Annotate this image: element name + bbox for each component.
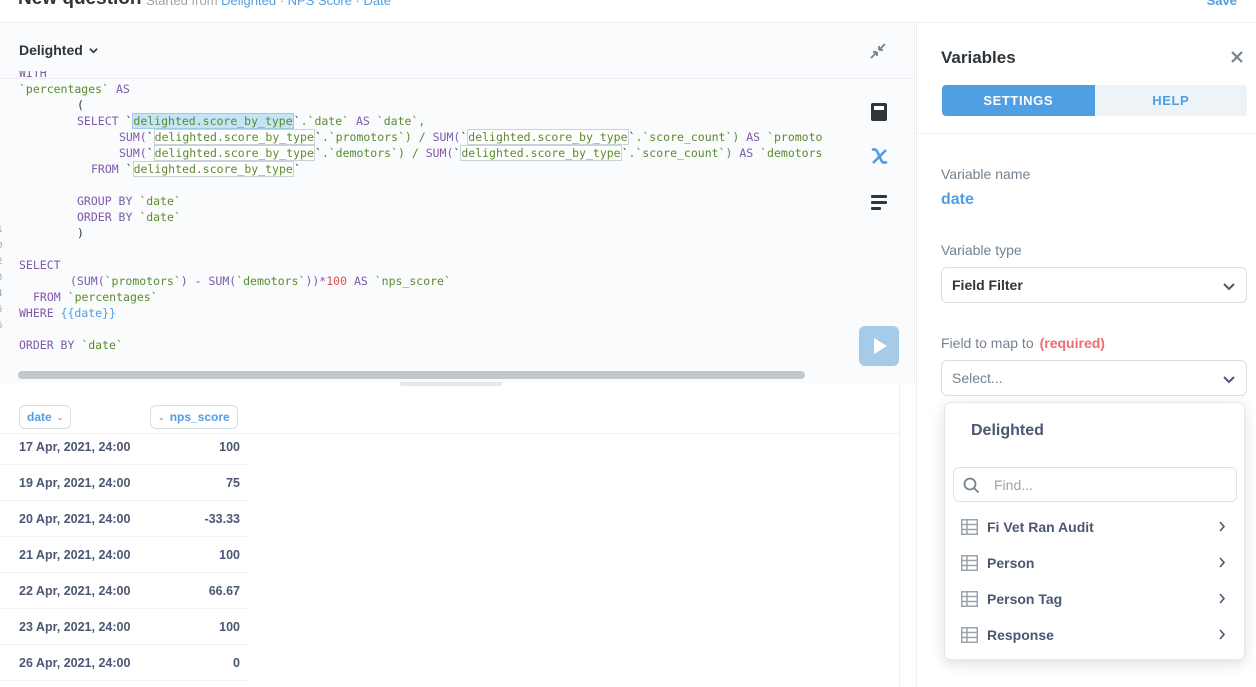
variable-type-value: Field Filter <box>952 277 1023 293</box>
code-line: ( <box>77 98 84 112</box>
chevron-down-icon <box>89 47 98 53</box>
code-line: `percentages` AS <box>19 82 130 96</box>
sql-editor: Delighted WITH `percentages` AS ( SELECT… <box>0 23 915 386</box>
table-option-label: Person <box>987 555 1035 571</box>
chevron-down-icon: ⌄ <box>158 412 165 422</box>
divider <box>917 133 1256 134</box>
table-option[interactable]: Fi Vet Ran Audit <box>945 509 1244 545</box>
code-line: SUM(`delighted.score_by_type`.`promotors… <box>119 129 823 145</box>
chevron-down-icon: ⌄ <box>56 412 64 422</box>
code-line: SUM(`delighted.score_by_type`.`demotors`… <box>119 145 823 161</box>
required-badge: (required) <box>1039 335 1105 351</box>
line-number: 4 <box>0 289 5 299</box>
table-row: 20 Apr, 2021, 24:00 -33.33 <box>0 501 248 537</box>
line-number: 5 <box>0 305 5 315</box>
close-icon[interactable] <box>1230 50 1244 64</box>
question-subtitle: Started from Delighted · NPS Score · Dat… <box>146 0 391 8</box>
table-row: 26 Apr, 2021, 24:00 0 <box>0 645 248 681</box>
search-placeholder: Find... <box>994 477 1033 493</box>
table-option[interactable]: Person Tag <box>945 581 1244 617</box>
table-reference: delighted.score_by_type <box>467 129 629 145</box>
chevron-right-icon <box>1219 593 1226 604</box>
line-number: 1 <box>0 225 5 235</box>
table-reference: delighted.score_by_type <box>132 113 294 129</box>
book-icon[interactable] <box>868 101 890 123</box>
code-line: WITH <box>19 71 47 80</box>
code-line: ) <box>77 226 84 240</box>
table-grid-icon <box>961 627 978 643</box>
chevron-right-icon <box>1219 629 1226 640</box>
tab-help[interactable]: HELP <box>1094 85 1247 116</box>
variable-type-select[interactable]: Field Filter <box>941 267 1247 303</box>
table-picker-popover: Delighted Find... Fi Vet Ran Audit Perso… <box>944 402 1245 660</box>
code-line: SELECT `delighted.score_by_type`.`date` … <box>77 113 426 129</box>
table-row: 23 Apr, 2021, 24:00 100 <box>0 609 248 645</box>
line-number: 0 <box>0 241 5 251</box>
database-picker[interactable]: Delighted <box>19 42 98 58</box>
snippet-lines-icon[interactable] <box>868 191 890 213</box>
variable-x-icon[interactable] <box>868 145 890 167</box>
table-grid-icon <box>961 519 978 535</box>
code-line: ORDER BY `date` <box>77 210 181 224</box>
column-header-nps-score[interactable]: ⌄ nps_score <box>150 405 238 429</box>
variable-name-value[interactable]: date <box>941 191 974 209</box>
variable-reference: {{date}} <box>60 306 116 320</box>
chevron-right-icon <box>1219 521 1226 532</box>
sql-code[interactable]: WITH `percentages` AS ( SELECT `delighte… <box>0 71 845 366</box>
code-line: FROM `delighted.score_by_type` <box>91 161 301 177</box>
table-option-label: Person Tag <box>987 591 1063 607</box>
database-heading: Delighted <box>971 422 1044 439</box>
tab-settings[interactable]: SETTINGS <box>942 85 1095 116</box>
panel-title: Variables <box>941 48 1016 67</box>
table-reference: delighted.score_by_type <box>153 129 315 145</box>
search-input[interactable]: Find... <box>953 467 1237 502</box>
table-option[interactable]: Person <box>945 545 1244 581</box>
code-line: (SUM(`promotors`) - SUM(`demotors`))*100… <box>70 274 451 288</box>
panel-tabs: SETTINGS HELP <box>942 85 1247 116</box>
field-map-select[interactable]: Select... <box>941 360 1247 396</box>
table-grid-icon <box>961 555 978 571</box>
collapse-arrows-icon[interactable] <box>868 41 888 61</box>
database-name: Delighted <box>19 42 83 58</box>
code-line: GROUP BY `date` <box>77 194 181 208</box>
table-row: 22 Apr, 2021, 24:00 66.67 <box>0 573 248 609</box>
chevron-right-icon <box>1219 557 1226 568</box>
results-table: date ⌄ ⌄ nps_score 17 Apr, 2021, 24:00 10… <box>0 384 900 687</box>
table-option-label: Response <box>987 627 1054 643</box>
search-icon <box>963 477 980 494</box>
table-reference: delighted.score_by_type <box>460 145 622 161</box>
field-map-placeholder: Select... <box>952 370 1003 386</box>
table-grid-icon <box>961 591 978 607</box>
code-line: ORDER BY `date` <box>19 338 123 352</box>
question-title: New question <box>18 0 142 10</box>
run-query-button[interactable] <box>859 326 899 366</box>
code-line: WHERE {{date}} <box>19 306 116 320</box>
column-header-date[interactable]: date ⌄ <box>19 405 72 429</box>
table-row: 21 Apr, 2021, 24:00 100 <box>0 537 248 573</box>
save-button[interactable]: Save <box>1207 0 1237 8</box>
chevron-down-icon <box>1223 283 1235 291</box>
source-link[interactable]: Delighted · NPS Score · Date <box>221 0 391 8</box>
subtitle-prefix: Started from <box>146 0 218 8</box>
code-line: SELECT <box>19 258 61 272</box>
table-reference: delighted.score_by_type <box>132 161 294 177</box>
table-option[interactable]: Response <box>945 617 1244 653</box>
table-reference: delighted.score_by_type <box>153 145 315 161</box>
variable-type-label: Variable type <box>941 242 1022 258</box>
table-row: 17 Apr, 2021, 24:00 100 <box>0 429 248 465</box>
table-row: 19 Apr, 2021, 24:00 75 <box>0 465 248 501</box>
line-number: 2 <box>0 257 5 267</box>
variable-name-label: Variable name <box>941 166 1031 182</box>
line-number: 3 <box>0 273 5 283</box>
question-header: New question Started from Delighted · NP… <box>0 0 1256 23</box>
code-line: FROM `percentages` <box>33 290 158 304</box>
field-map-label: Field to map to (required) <box>941 335 1105 351</box>
chevron-down-icon <box>1223 376 1235 384</box>
table-option-label: Fi Vet Ran Audit <box>987 519 1094 535</box>
line-number: 6 <box>0 321 5 331</box>
horizontal-scrollbar[interactable] <box>18 371 805 379</box>
